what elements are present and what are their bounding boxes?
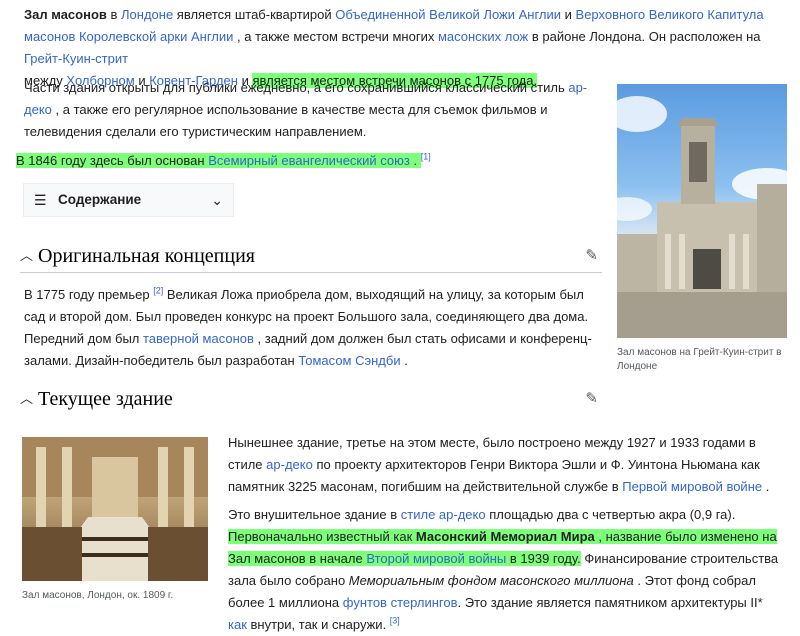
pencil-icon[interactable]: ✎ [585,388,598,410]
link-masonic-lodges[interactable]: масонских лож [438,29,528,44]
list-icon: ☰ [34,192,47,208]
link-art-deco-style[interactable]: стиле ар-деко [401,507,486,522]
section-title: Текущее здание [38,388,173,410]
link-as[interactable]: как [228,617,247,632]
reference-2[interactable]: [2] [153,286,163,296]
contents-toggle[interactable]: ☰ Содержание ⌄ [23,183,234,217]
link-pounds-sterling[interactable]: фунтов стерлингов [343,595,458,610]
hall-engraving[interactable] [22,437,208,581]
figure-hall-1809: Зал масонов, Лондон, ок. 1809 г. [22,437,208,603]
link-london[interactable]: Лондоне [121,7,173,22]
alliance-paragraph: В 1846 году здесь был основан Всемирный … [16,150,616,172]
link-art-deco-2[interactable]: ар-деко [266,457,313,472]
article-subject: Зал масонов [24,7,107,22]
chevron-up-icon[interactable]: ︿ [20,388,38,410]
link-thomas-sandby[interactable]: Томасом Сэндби [298,353,400,368]
figure-caption: Зал масонов, Лондон, ок. 1809 г. [22,590,174,601]
section-title: Оригинальная концепция [38,244,255,267]
link-world-war-1[interactable]: Первой мировой войне [622,479,762,494]
pencil-icon[interactable]: ✎ [585,245,598,267]
building-photo[interactable] [617,84,787,338]
link-freemasons-tavern[interactable]: таверной масонов [143,331,254,346]
link-ugle[interactable]: Объединенной Великой Ложи Англии [335,7,561,22]
figure-building-exterior: Зал масонов на Грейт-Куин-стрит в Лондон… [617,84,787,374]
chevron-down-icon: ⌄ [211,192,223,208]
chevron-up-icon[interactable]: ︿ [20,245,38,267]
link-great-queen-street[interactable]: Грейт-Куин-стрит [24,51,128,66]
public-access-paragraph: Части здания открыты для публики ежеднев… [24,80,588,139]
reference-3[interactable]: [3] [390,616,400,626]
highlight-alliance: В 1846 году здесь был основан Всемирный … [16,153,421,168]
original-concept-paragraph: В 1775 году премьер [2] Великая Ложа при… [24,285,592,368]
figure-caption: Зал масонов на Грейт-Куин-стрит в Лондон… [617,347,782,372]
section-heading-original-concept: ︿ Оригинальная концепция ✎ [20,239,602,273]
reference-1[interactable]: [1] [421,152,431,162]
current-building-paragraph-1: Нынешнее здание, третье на этом месте, б… [228,435,770,494]
contents-label: Содержание [58,192,142,207]
current-building-paragraph-2: Это внушительное здание в стиле ар-деко … [228,507,779,632]
link-world-war-2[interactable]: Второй мировой войны [366,551,506,566]
section-heading-current-building: ︿ Текущее здание ✎ [20,382,602,416]
link-evangelical-alliance[interactable]: Всемирный евангелический союз [208,153,410,168]
